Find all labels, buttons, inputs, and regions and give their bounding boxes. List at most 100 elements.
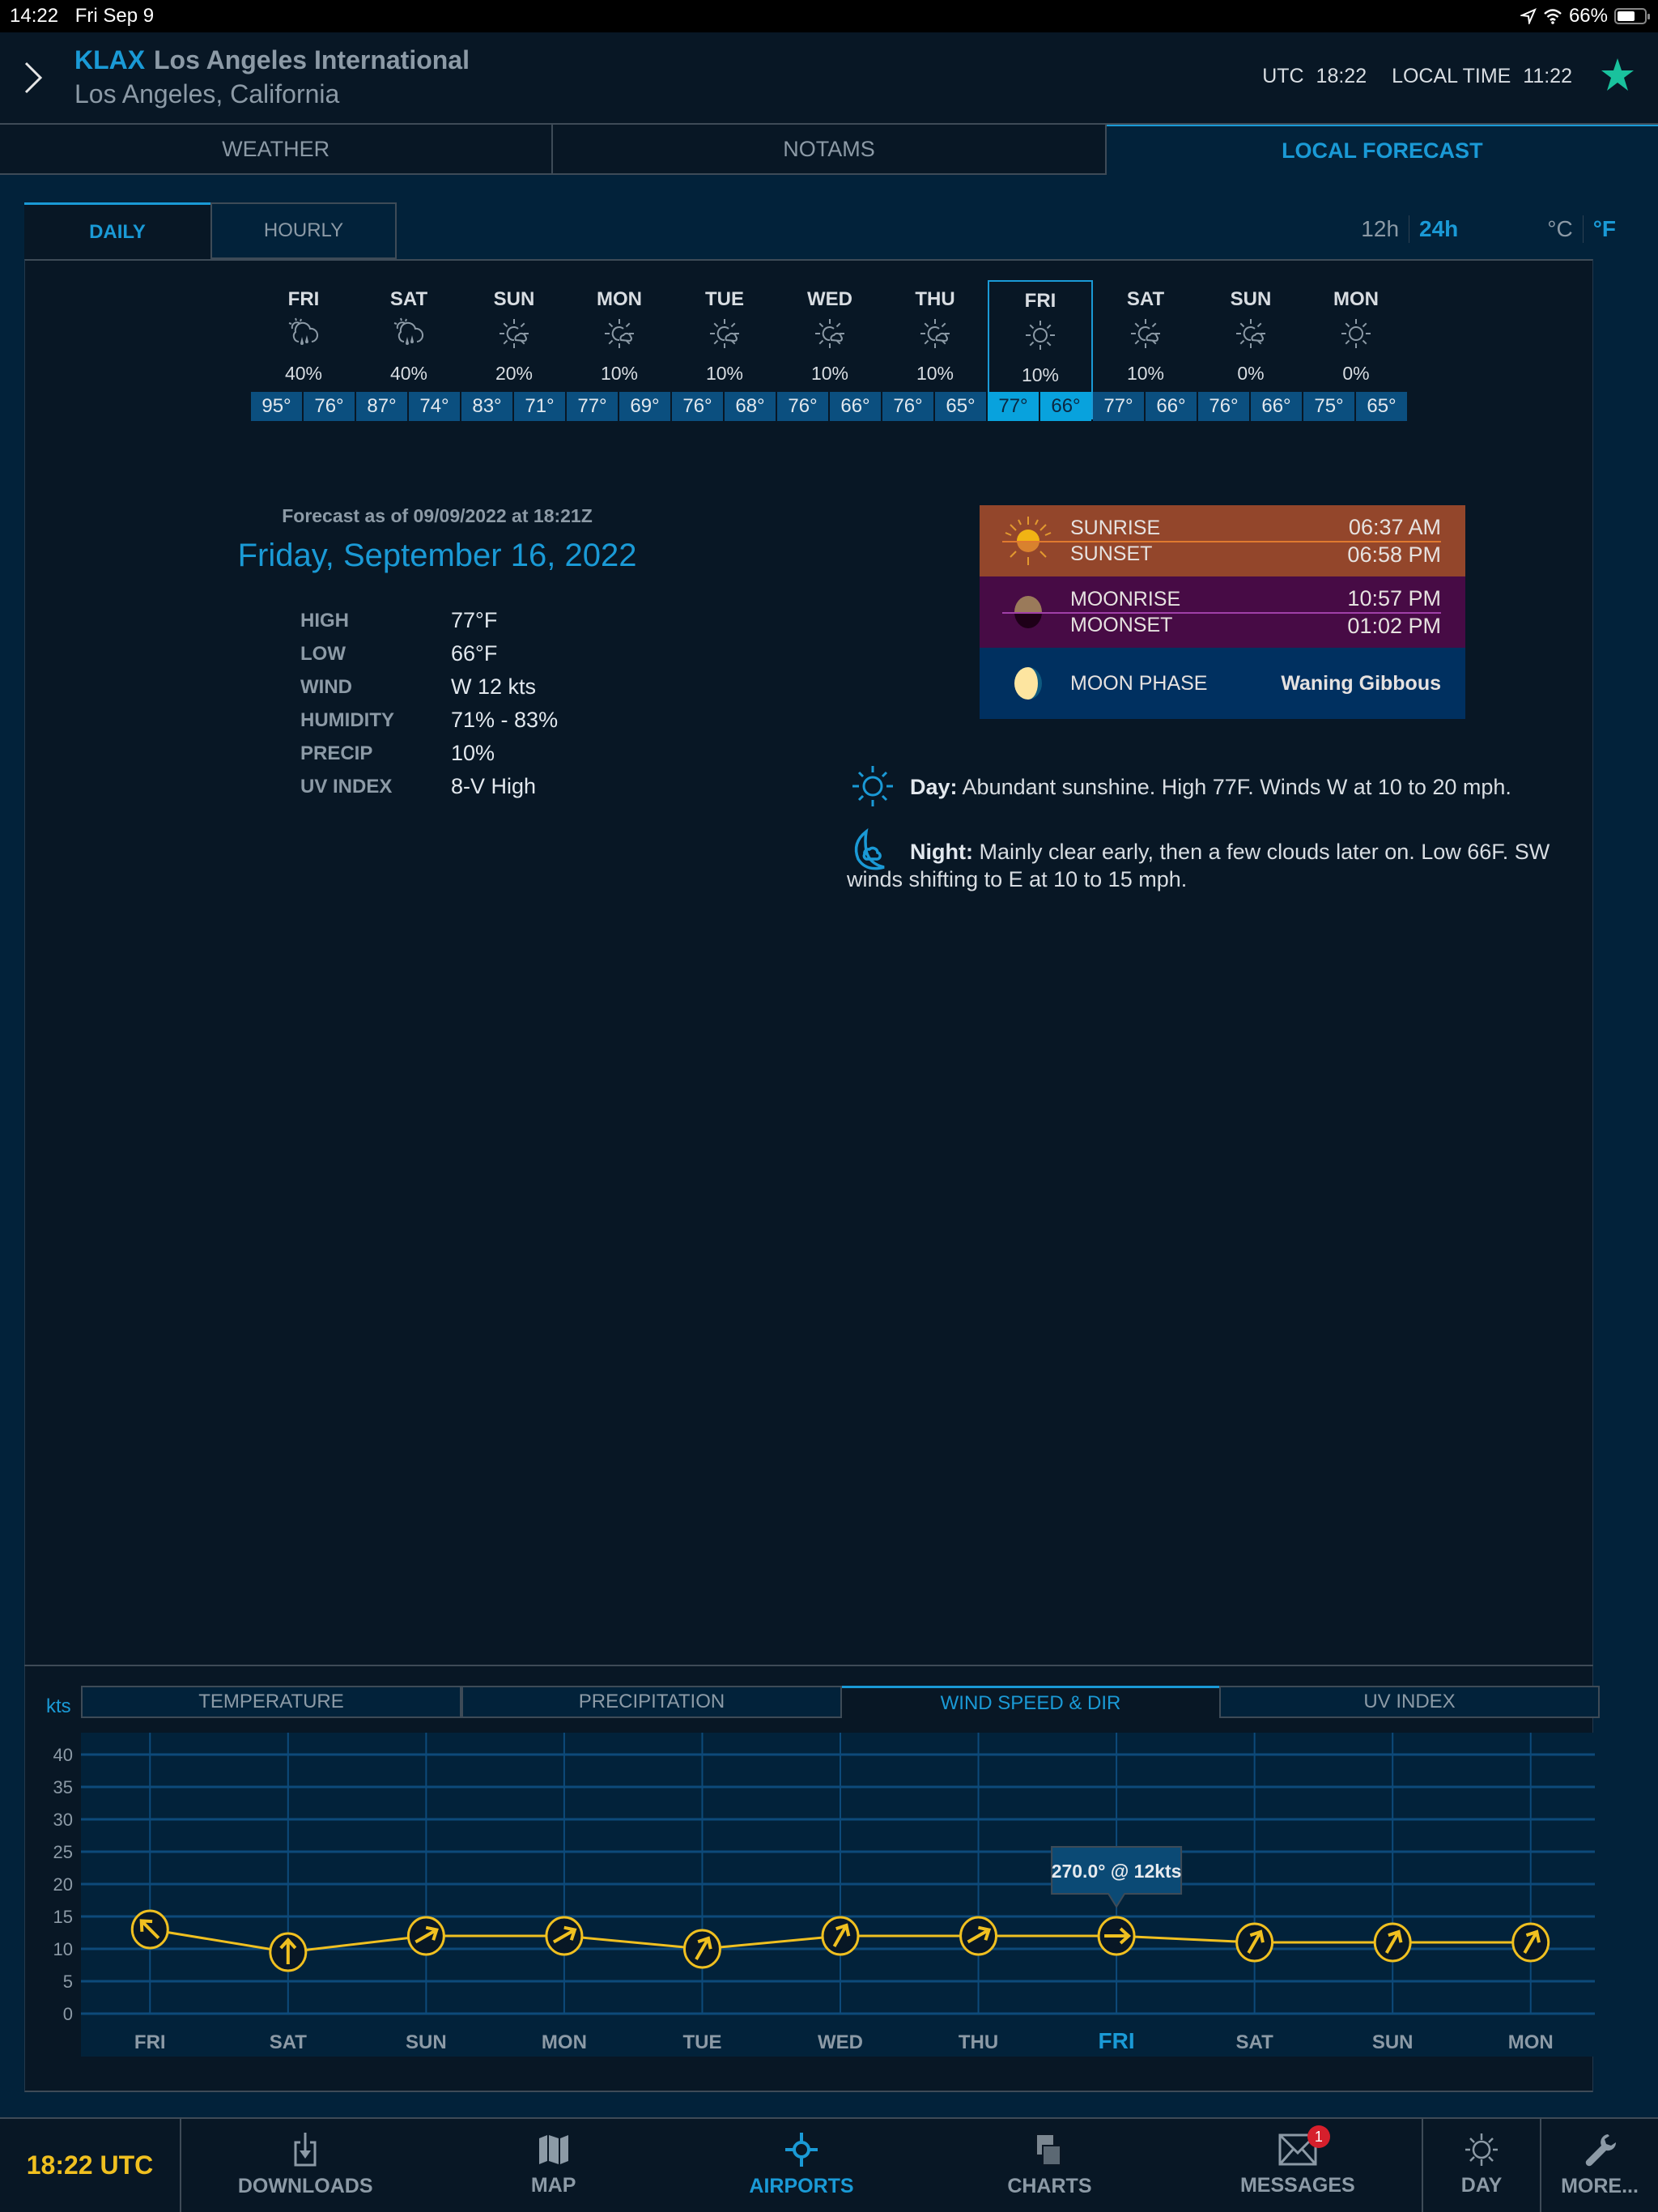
nav-messages[interactable]: 1 MESSAGES [1174, 2119, 1422, 2212]
low-temp-cell[interactable]: 66° [1040, 392, 1091, 421]
low-temp-cell[interactable]: 71° [514, 392, 565, 421]
map-icon [538, 2135, 568, 2164]
day-label: Day: [910, 775, 958, 799]
high-temp-cell[interactable]: 75° [1303, 392, 1354, 421]
tab-notams[interactable]: NOTAMS [553, 125, 1107, 175]
stat-row: HUMIDITY 71% - 83% [300, 704, 558, 737]
low-temp-cell[interactable]: 66° [1251, 392, 1302, 421]
moonrise-label: MOONRISE [1070, 588, 1181, 610]
stat-value: 8-V High [451, 774, 537, 798]
nav-day-mode[interactable]: DAY [1422, 2119, 1540, 2212]
nav-label: AIRPORTS [749, 2175, 854, 2197]
x-tick-label: MON [542, 2031, 587, 2053]
day-name: SAT [1126, 288, 1165, 310]
day-name: WED [807, 288, 852, 310]
low-temp-cell[interactable]: 68° [725, 392, 776, 421]
x-tick-label: FRI [134, 2031, 166, 2053]
moonrise-time: 10:57 PM [1347, 586, 1441, 610]
low-temp-cell[interactable]: 74° [409, 392, 460, 421]
stat-row: PRECIP 10% [300, 737, 558, 770]
high-temp-cell[interactable]: 77° [1093, 392, 1144, 421]
precip-chance: 40% [389, 363, 428, 384]
nav-label: CHARTS [1007, 2175, 1092, 2197]
night-label: Night: [910, 840, 973, 864]
y-tick-label: 10 [53, 1939, 73, 1959]
tab-wind-speed-dir[interactable]: WIND SPEED & DIR [842, 1686, 1219, 1718]
day-name: MON [597, 288, 642, 310]
tab-uv-index[interactable]: UV INDEX [1219, 1686, 1600, 1718]
day-name: TUE [705, 288, 744, 310]
high-temp-cell[interactable]: 87° [356, 392, 407, 421]
partly-cloudy-icon [882, 316, 988, 351]
precip-chance: 10% [705, 363, 744, 384]
precip-chance: 20% [495, 363, 534, 384]
tab-daily[interactable]: DAILY [24, 202, 210, 259]
nav-downloads[interactable]: DOWNLOADS [181, 2119, 429, 2212]
time-readout: UTC 18:22 LOCAL TIME 11:22 [1243, 65, 1572, 88]
low-temp-cell[interactable]: 65° [1356, 392, 1407, 421]
high-temp-cell[interactable]: 77° [567, 392, 618, 421]
stat-row: HIGH 77°F [300, 604, 558, 637]
tab-temperature[interactable]: TEMPERATURE [81, 1686, 461, 1718]
day-name: THU [915, 288, 955, 310]
wifi-icon [1544, 9, 1562, 24]
precip-chance: 40% [284, 363, 323, 384]
toggle-24h[interactable]: 24h [1409, 216, 1468, 242]
tab-hourly[interactable]: HOURLY [210, 202, 397, 259]
high-temp-cell[interactable]: 76° [882, 392, 933, 421]
tab-weather[interactable]: WEATHER [0, 125, 554, 175]
high-temp-cell[interactable]: 76° [672, 392, 723, 421]
favorite-star-icon[interactable] [1600, 57, 1635, 92]
night-narrative: Night: Mainly clear early, then a few cl… [847, 827, 1575, 893]
low-temp-cell[interactable]: 65° [935, 392, 986, 421]
divider [24, 1665, 1593, 1666]
toggle-12h[interactable]: 12h [1351, 216, 1409, 242]
nav-airports[interactable]: AIRPORTS [678, 2119, 925, 2212]
high-temp-cell[interactable]: 77° [988, 392, 1039, 421]
partly-cloudy-icon [1093, 316, 1198, 351]
tab-local-forecast[interactable]: LOCAL FORECAST [1106, 125, 1658, 175]
nav-label: MESSAGES [1239, 2174, 1355, 2197]
x-tick-label: SUN [406, 2031, 447, 2053]
toggle-fahrenheit[interactable]: °F [1584, 216, 1626, 242]
toggle-celsius[interactable]: °C [1537, 216, 1582, 242]
stat-label: LOW [300, 642, 346, 665]
sunset-time: 06:58 PM [1347, 542, 1441, 567]
tooltip-text: 270.0° @ 12kts [1052, 1861, 1182, 1882]
stat-label: WIND [300, 675, 352, 698]
low-temp-cell[interactable]: 66° [1146, 392, 1197, 421]
bottom-nav: 18:22 UTC DOWNLOADS MAP AIRPORTS CHARTS … [0, 2117, 1658, 2212]
sunrise-label: SUNRISE [1070, 517, 1161, 539]
moonset-time: 01:02 PM [1347, 614, 1441, 638]
stat-label: HUMIDITY [300, 708, 394, 731]
nav-map[interactable]: MAP [429, 2119, 677, 2212]
chevron-right-icon[interactable] [23, 58, 44, 97]
utc-clock: 18:22 UTC [0, 2119, 181, 2212]
sun-row: SUNRISE SUNSET 06:37 AM 06:58 PM [980, 505, 1465, 576]
low-temp-cell[interactable]: 69° [619, 392, 670, 421]
stat-label: UV INDEX [300, 775, 393, 798]
day-name: SUN [493, 288, 535, 310]
nav-more[interactable]: MORE... [1540, 2119, 1658, 2212]
day-name: FRI [287, 288, 320, 310]
sun-icon [852, 766, 893, 806]
y-axis-unit: kts [46, 1695, 71, 1717]
airport-code: KLAX [74, 45, 146, 74]
y-tick-label: 30 [53, 1810, 73, 1830]
x-tick-label: THU [959, 2031, 998, 2053]
y-tick-label: 40 [53, 1745, 73, 1765]
partly-cloudy-icon [672, 316, 777, 351]
nav-label: DOWNLOADS [237, 2175, 373, 2197]
high-temp-cell[interactable]: 76° [1198, 392, 1249, 421]
low-temp-cell[interactable]: 76° [304, 392, 355, 421]
day-stats: HIGH 77°F LOW 66°F WIND W 12 kts HUMIDITY 71% -… [300, 604, 558, 803]
status-date: Fri Sep 9 [74, 5, 155, 27]
low-temp-cell[interactable]: 66° [830, 392, 881, 421]
high-temp-cell[interactable]: 83° [461, 392, 512, 421]
tab-precipitation[interactable]: PRECIPITATION [461, 1686, 842, 1718]
high-temp-cell[interactable]: 76° [777, 392, 828, 421]
nav-charts[interactable]: CHARTS [925, 2119, 1173, 2212]
high-temp-cell[interactable]: 95° [251, 392, 302, 421]
x-tick-label: SAT [270, 2031, 308, 2053]
x-tick-label: FRI [1099, 2028, 1135, 2053]
